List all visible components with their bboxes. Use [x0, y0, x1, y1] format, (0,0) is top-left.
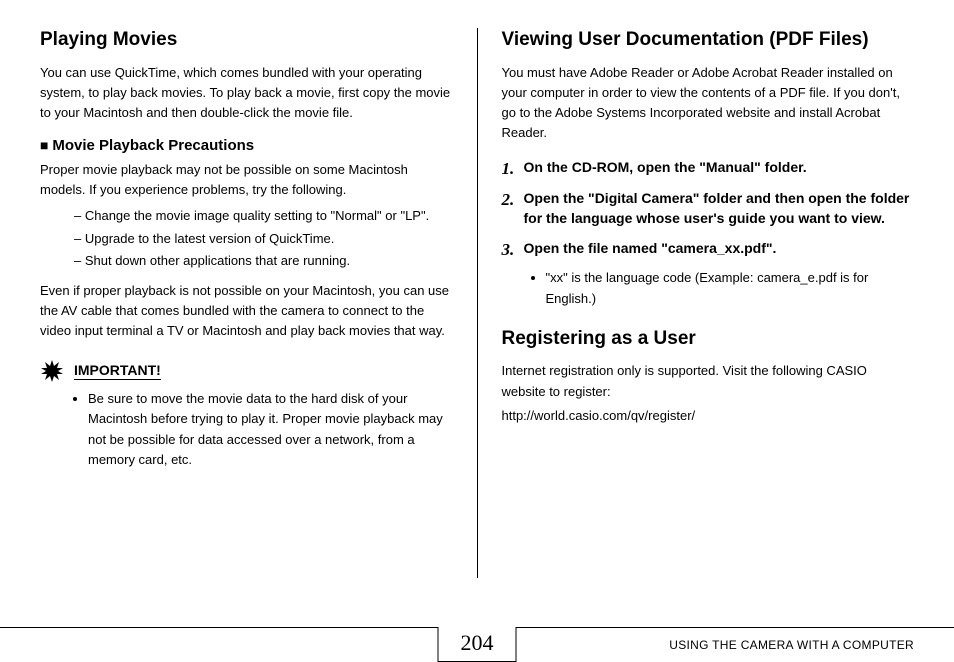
burst-icon [40, 359, 64, 383]
step-number: 3. [502, 238, 515, 263]
step-note-list: "xx" is the language code (Example: came… [546, 268, 915, 308]
important-callout: IMPORTANT! Be sure to move the movie dat… [40, 359, 453, 470]
footer-section-label: USING THE CAMERA WITH A COMPUTER [669, 638, 914, 652]
list-item: Be sure to move the movie data to the ha… [88, 389, 453, 470]
important-bullets: Be sure to move the movie data to the ha… [88, 389, 453, 470]
important-label: IMPORTANT! [74, 362, 161, 380]
list-item: Upgrade to the latest version of QuickTi… [74, 229, 453, 249]
step-item: 1. On the CD-ROM, open the "Manual" fold… [502, 157, 915, 177]
list-item: "xx" is the language code (Example: came… [546, 268, 915, 308]
left-column: Playing Movies You can use QuickTime, wh… [40, 28, 477, 578]
precautions-list: Change the movie image quality setting t… [74, 206, 453, 270]
step-number: 1. [502, 157, 515, 182]
paragraph: Even if proper playback is not possible … [40, 281, 453, 341]
step-text: On the CD-ROM, open the "Manual" folder. [524, 159, 807, 175]
subheading-precautions: Movie Playback Precautions [40, 137, 453, 154]
paragraph: You can use QuickTime, which comes bundl… [40, 63, 453, 123]
right-column: Viewing User Documentation (PDF Files) Y… [477, 28, 915, 578]
list-item: Change the movie image quality setting t… [74, 206, 453, 226]
register-url: http://world.casio.com/qv/register/ [502, 406, 915, 426]
step-item: 3. Open the file named "camera_xx.pdf". [502, 238, 915, 258]
paragraph: Internet registration only is supported.… [502, 361, 915, 401]
step-item: 2. Open the "Digital Camera" folder and … [502, 188, 915, 229]
steps-list: 1. On the CD-ROM, open the "Manual" fold… [502, 157, 915, 258]
paragraph: You must have Adobe Reader or Adobe Acro… [502, 63, 915, 144]
step-number: 2. [502, 188, 515, 213]
subheading-label: Movie Playback Precautions [52, 137, 254, 154]
page-number: 204 [438, 627, 517, 662]
page-footer: 204 USING THE CAMERA WITH A COMPUTER [0, 627, 954, 628]
paragraph: Proper movie playback may not be possibl… [40, 160, 453, 200]
page-columns: Playing Movies You can use QuickTime, wh… [40, 28, 914, 578]
heading-registering: Registering as a User [502, 327, 915, 352]
step-text: Open the "Digital Camera" folder and the… [524, 190, 910, 226]
heading-viewing-docs: Viewing User Documentation (PDF Files) [502, 28, 915, 53]
step-text: Open the file named "camera_xx.pdf". [524, 240, 777, 256]
list-item: Shut down other applications that are ru… [74, 251, 453, 271]
heading-playing-movies: Playing Movies [40, 28, 453, 53]
important-header: IMPORTANT! [40, 359, 453, 383]
